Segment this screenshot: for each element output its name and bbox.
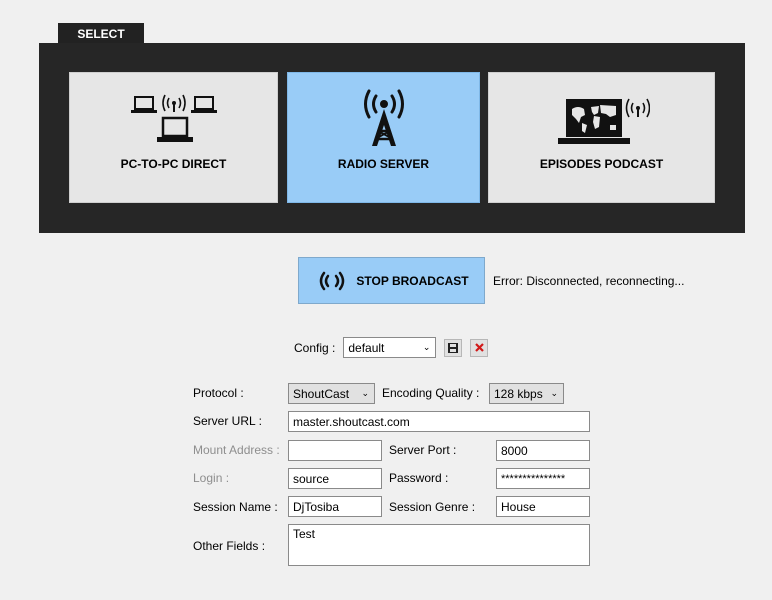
delete-config-button[interactable]: [470, 338, 489, 357]
mode-label: RADIO SERVER: [337, 157, 430, 171]
login-label: Login :: [193, 471, 230, 485]
protocol-label: Protocol :: [193, 386, 244, 400]
mode-episodes-podcast[interactable]: EPISODES PODCAST: [488, 72, 715, 203]
password-input[interactable]: ***************: [496, 468, 590, 489]
mode-label: PC-TO-PC DIRECT: [120, 157, 227, 171]
mode-radio-server[interactable]: RADIO SERVER: [287, 72, 480, 203]
protocol-select-value: ShoutCast: [293, 386, 350, 401]
chevron-down-icon: ⌄: [361, 388, 369, 398]
world-map-laptop-icon: [557, 98, 650, 144]
mode-select-panel: PC-TO-PC DIRECT RADIO SERVER EPISODES PO…: [39, 43, 745, 233]
save-config-button[interactable]: [444, 338, 463, 357]
other-fields-textarea[interactable]: Test: [288, 524, 590, 566]
mount-address-label: Mount Address :: [193, 443, 280, 457]
mount-address-input[interactable]: [288, 440, 382, 461]
config-select[interactable]: default ⌄: [343, 337, 437, 358]
close-icon: [475, 343, 484, 352]
password-label: Password :: [389, 471, 449, 485]
session-genre-input[interactable]: House: [496, 496, 590, 517]
select-tab: SELECT: [58, 23, 144, 44]
session-name-input[interactable]: DjTosiba: [288, 496, 382, 517]
connection-status-text: Error: Disconnected, reconnecting...: [493, 274, 685, 288]
server-url-label: Server URL :: [193, 414, 262, 428]
floppy-disk-icon: [448, 342, 459, 353]
server-port-label: Server Port :: [389, 443, 457, 457]
chevron-down-icon: ⌄: [550, 388, 558, 398]
encoding-quality-select[interactable]: 128 kbps ⌄: [489, 383, 564, 404]
server-url-input[interactable]: master.shoutcast.com: [288, 411, 590, 432]
login-input[interactable]: source: [288, 468, 382, 489]
mode-pc-to-pc-direct[interactable]: PC-TO-PC DIRECT: [69, 72, 278, 203]
session-name-label: Session Name :: [193, 500, 278, 514]
encoding-quality-value: 128 kbps: [494, 386, 543, 401]
mode-label: EPISODES PODCAST: [539, 157, 664, 171]
laptops-network-icon: [130, 94, 217, 142]
config-row: Config : default ⌄: [294, 337, 489, 358]
broadcast-button-label: STOP BROADCAST: [356, 273, 469, 288]
server-port-input[interactable]: 8000: [496, 440, 590, 461]
broadcast-icon: [320, 271, 345, 290]
protocol-select[interactable]: ShoutCast ⌄: [288, 383, 375, 404]
radio-tower-icon: [363, 89, 404, 146]
encoding-quality-label: Encoding Quality :: [382, 386, 480, 400]
chevron-down-icon: ⌄: [422, 342, 431, 352]
config-label: Config :: [294, 340, 336, 355]
other-fields-label: Other Fields :: [193, 539, 266, 553]
config-select-value: default: [348, 340, 385, 355]
stop-broadcast-button[interactable]: STOP BROADCAST: [298, 257, 485, 304]
session-genre-label: Session Genre :: [389, 500, 476, 514]
